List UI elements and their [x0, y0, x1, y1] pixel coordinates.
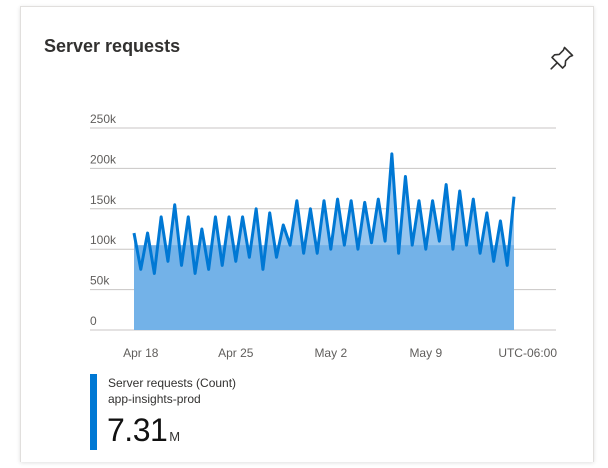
series-baseline-band: [134, 245, 514, 330]
y-tick-label: 0: [90, 314, 97, 328]
legend-total: 7.31 M: [107, 412, 180, 449]
legend-color-bar: [90, 374, 97, 450]
legend-total-unit: M: [169, 429, 180, 444]
page-frame: Server requests 0 50k 100k 150k 200k 250k Apr …: [0, 0, 608, 468]
y-tick-label: 50k: [90, 274, 110, 288]
legend-series-label: Server requests (Count): [108, 376, 237, 390]
y-tick-label: 250k: [90, 112, 117, 126]
legend-total-value: 7.31: [107, 412, 168, 448]
x-tick-label: Apr 18: [123, 346, 159, 360]
y-tick-label: 150k: [90, 193, 117, 207]
y-tick-label: 100k: [90, 233, 117, 247]
x-tick-label: May 2: [314, 346, 347, 360]
timezone-label: UTC-06:00: [498, 346, 557, 360]
x-tick-label: Apr 25: [218, 346, 254, 360]
y-tick-label: 200k: [90, 152, 117, 166]
x-tick-label: May 9: [409, 346, 442, 360]
legend-resource-label: app-insights-prod: [108, 392, 201, 406]
